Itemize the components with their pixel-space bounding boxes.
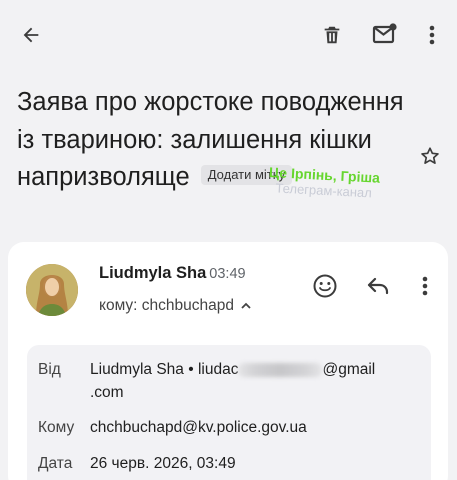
back-arrow-icon[interactable] [15, 19, 47, 51]
to-summary: кому: chchbuchapd [99, 297, 234, 314]
from-value-end: @gmail [322, 361, 376, 378]
redacted-blur [238, 362, 323, 377]
date-label: Дата [38, 455, 73, 472]
top-app-bar [0, 0, 457, 70]
from-value-line2: .com [90, 384, 124, 401]
date-value: 26 черв. 2026, 03:49 [90, 455, 236, 472]
mark-unread-icon[interactable] [369, 18, 401, 50]
more-vert-icon[interactable] [416, 19, 448, 51]
message-more-icon[interactable] [409, 270, 441, 302]
from-value-start: Liudmyla Sha • liudac [90, 361, 239, 378]
to-value[interactable]: chchbuchapd@kv.police.gov.ua [90, 416, 400, 440]
message-time: 03:49 [209, 266, 246, 282]
recipients-toggle[interactable]: кому: chchbuchapd [99, 297, 252, 315]
emoji-reaction-icon[interactable] [309, 270, 341, 302]
reply-icon[interactable] [362, 270, 394, 302]
sender-line: Liudmyla Sha 03:49 [99, 264, 246, 283]
from-value[interactable]: Liudmyla Sha • liudac @gmail [90, 358, 400, 382]
channel-watermark: Це Ірпінь, Гріша Телеграм-канал [248, 163, 399, 203]
from-label: Від [38, 361, 61, 378]
star-icon[interactable] [418, 144, 442, 168]
trash-icon[interactable] [316, 19, 348, 51]
sender-avatar[interactable] [26, 264, 78, 316]
to-label: Кому [38, 419, 75, 436]
chevron-up-icon [241, 302, 251, 309]
sender-name[interactable]: Liudmyla Sha [99, 264, 206, 282]
